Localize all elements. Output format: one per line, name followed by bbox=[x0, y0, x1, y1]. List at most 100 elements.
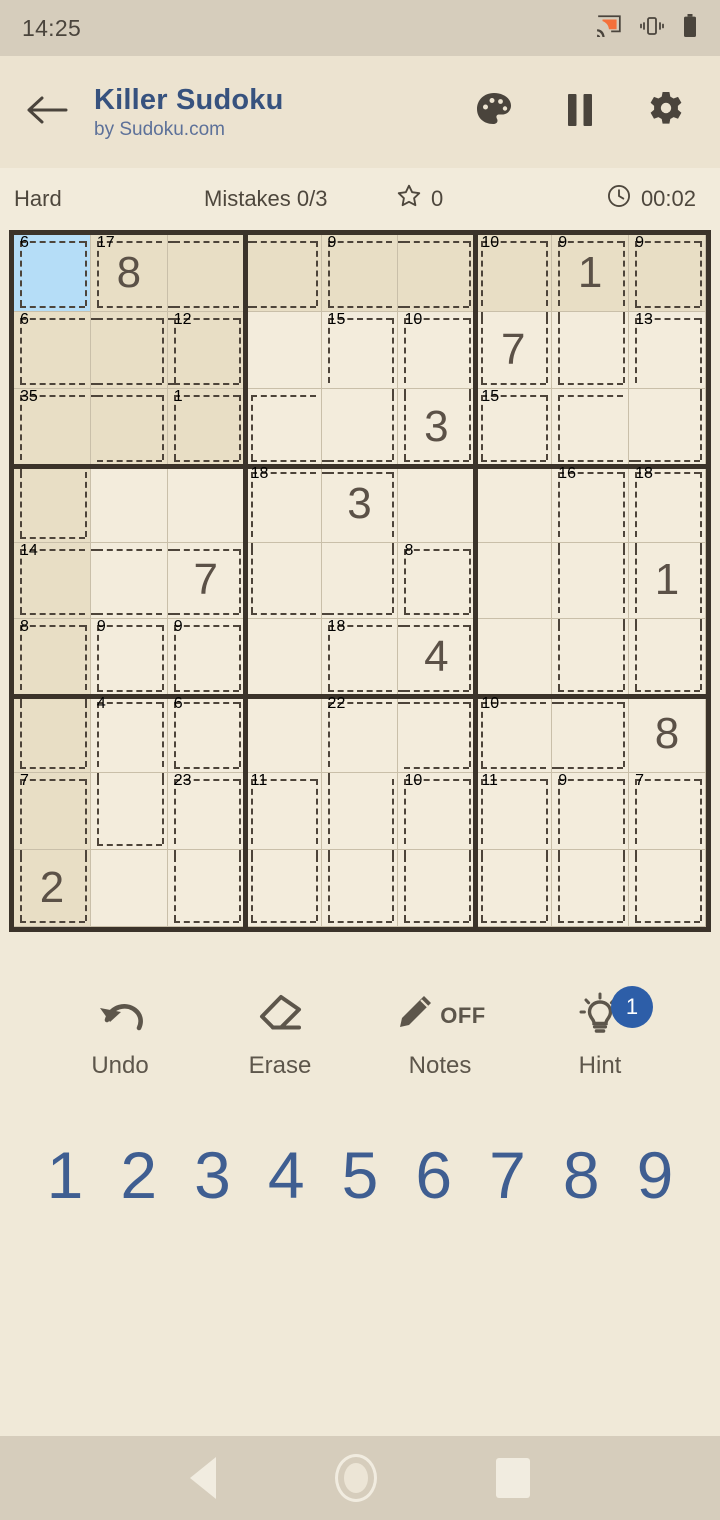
grid-cell[interactable] bbox=[244, 850, 322, 927]
notes-icon-row: OFF bbox=[394, 990, 486, 1042]
undo-button[interactable]: Undo bbox=[55, 990, 185, 1080]
grid-cell[interactable] bbox=[475, 542, 553, 620]
grid-cell[interactable] bbox=[244, 235, 322, 312]
grid-cell[interactable] bbox=[244, 619, 322, 697]
numpad-key-7[interactable]: 7 bbox=[477, 1142, 539, 1208]
cage-border bbox=[315, 241, 318, 306]
grid-cell[interactable] bbox=[244, 542, 322, 620]
nav-back-icon[interactable] bbox=[189, 1457, 216, 1499]
cage-border bbox=[173, 394, 239, 397]
numpad-key-8[interactable]: 8 bbox=[550, 1142, 612, 1208]
cage-border bbox=[84, 471, 87, 537]
grid-cell[interactable]: 4 bbox=[398, 619, 476, 697]
cage-border bbox=[250, 850, 253, 857]
grid-cell[interactable] bbox=[167, 850, 245, 927]
grid-cell[interactable] bbox=[398, 850, 476, 927]
grid-cell[interactable] bbox=[321, 388, 399, 466]
numpad-key-2[interactable]: 2 bbox=[108, 1142, 170, 1208]
pencil-icon bbox=[394, 993, 434, 1040]
grid-cell[interactable] bbox=[475, 465, 553, 543]
hint-label: Hint bbox=[578, 1052, 622, 1079]
grid-cell[interactable] bbox=[90, 773, 168, 851]
cage-border bbox=[173, 921, 239, 923]
cage-sum: 9 bbox=[558, 772, 568, 790]
grid-cell[interactable] bbox=[475, 850, 553, 927]
grid-cell[interactable] bbox=[90, 311, 168, 389]
grid-cell[interactable] bbox=[552, 311, 630, 389]
grid-cell[interactable] bbox=[14, 465, 91, 543]
cage-border bbox=[238, 317, 241, 383]
grid-cell[interactable] bbox=[552, 542, 630, 620]
timer-value: 00:02 bbox=[640, 186, 696, 211]
gear-icon[interactable] bbox=[646, 90, 686, 135]
grid-cell[interactable] bbox=[321, 542, 399, 620]
grid-cell[interactable] bbox=[552, 696, 630, 774]
cage-border bbox=[327, 921, 393, 923]
grid-cell[interactable]: 2 bbox=[14, 850, 91, 927]
star-outline-icon bbox=[396, 183, 422, 215]
grid-cell[interactable] bbox=[167, 465, 245, 543]
grid-cell[interactable] bbox=[244, 696, 322, 774]
hint-button[interactable]: 1 Hint bbox=[535, 986, 665, 1080]
palette-icon[interactable] bbox=[474, 91, 514, 134]
grid-cell[interactable] bbox=[552, 850, 630, 927]
cage-border bbox=[481, 921, 547, 923]
numpad-key-1[interactable]: 1 bbox=[34, 1142, 96, 1208]
grid-cell[interactable] bbox=[90, 465, 168, 543]
grid-cell[interactable] bbox=[244, 311, 322, 389]
grid-cell[interactable]: 3 bbox=[321, 465, 399, 543]
cage-border bbox=[481, 311, 484, 318]
cage-sum: 10 bbox=[404, 310, 423, 328]
grid-cell[interactable] bbox=[398, 696, 476, 774]
nav-recent-icon[interactable] bbox=[496, 1458, 531, 1498]
numpad-key-3[interactable]: 3 bbox=[182, 1142, 244, 1208]
cage-sum: 12 bbox=[173, 310, 192, 328]
sudoku-board[interactable]: 8 1 7 3 3 7 1 4 8 2 6 17 9 10 9 9 6 12 15 10 13 35 1 15 18 16 18 8 1… bbox=[9, 230, 711, 932]
numpad-key-5[interactable]: 5 bbox=[329, 1142, 391, 1208]
grid-cell[interactable] bbox=[321, 850, 399, 927]
grid-cell[interactable] bbox=[244, 388, 322, 466]
numpad-key-4[interactable]: 4 bbox=[255, 1142, 317, 1208]
grid-cell[interactable]: 1 bbox=[629, 542, 706, 620]
back-button[interactable] bbox=[26, 94, 78, 131]
mistakes-label: Mistakes 0/3 bbox=[204, 186, 328, 211]
grid-cell[interactable] bbox=[629, 388, 706, 466]
grid-cell[interactable] bbox=[629, 850, 706, 927]
cage-border bbox=[404, 394, 407, 460]
cage-border bbox=[90, 548, 97, 551]
numpad-key-6[interactable]: 6 bbox=[403, 1142, 465, 1208]
cage-border bbox=[90, 394, 97, 397]
pause-icon[interactable] bbox=[564, 92, 596, 133]
grid-cell[interactable] bbox=[552, 388, 630, 466]
cage-border bbox=[84, 779, 87, 845]
grid-cell[interactable] bbox=[629, 619, 706, 697]
grid-cell[interactable] bbox=[552, 619, 630, 697]
grid-cell[interactable] bbox=[90, 542, 168, 620]
vibrate-icon bbox=[640, 15, 664, 42]
cage-border bbox=[700, 317, 702, 383]
grid-cell[interactable]: 7 bbox=[167, 542, 245, 620]
action-toolbar: Undo Erase OFF Notes 1 Hint bbox=[0, 986, 720, 1080]
grid-cell[interactable]: 3 bbox=[398, 388, 476, 466]
notes-button[interactable]: OFF Notes bbox=[375, 990, 505, 1080]
battery-icon bbox=[682, 13, 698, 43]
nav-home-icon[interactable] bbox=[334, 1454, 377, 1502]
cage-border bbox=[173, 382, 239, 385]
cage-border bbox=[96, 459, 162, 462]
erase-button[interactable]: Erase bbox=[215, 990, 345, 1080]
grid-cell[interactable] bbox=[14, 696, 91, 774]
grid-cell[interactable]: 8 bbox=[629, 696, 706, 774]
cage-border bbox=[398, 625, 405, 628]
grid-cell[interactable] bbox=[90, 388, 168, 466]
cage-sum: 8 bbox=[404, 541, 414, 559]
grid-cell[interactable] bbox=[398, 235, 476, 312]
grid-cell[interactable] bbox=[90, 850, 168, 927]
cage-border bbox=[552, 767, 559, 770]
grid-cell[interactable] bbox=[475, 619, 553, 697]
cage-border bbox=[623, 241, 626, 306]
grid-cell[interactable]: 7 bbox=[475, 311, 553, 389]
grid-cell[interactable] bbox=[167, 235, 245, 312]
grid-cell[interactable] bbox=[398, 465, 476, 543]
grid-cell[interactable] bbox=[321, 773, 399, 851]
numpad-key-9[interactable]: 9 bbox=[624, 1142, 686, 1208]
